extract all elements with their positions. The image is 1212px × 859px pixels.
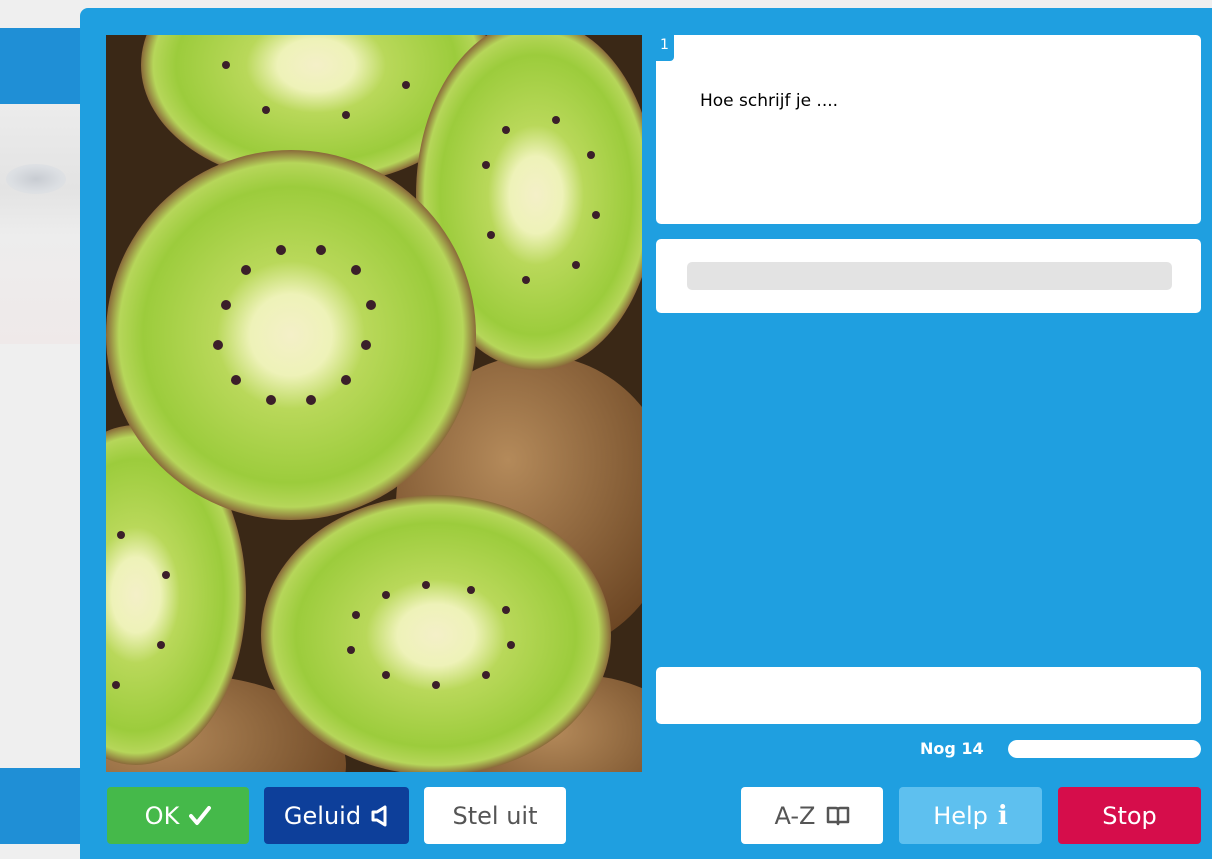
dictionary-button-label: A-Z <box>774 801 816 830</box>
stop-button-label: Stop <box>1102 801 1157 830</box>
question-text: Hoe schrijf je .... <box>700 91 839 111</box>
remaining-progress: Nog 14 <box>920 739 1201 761</box>
dictionary-button[interactable]: A-Z <box>741 787 883 844</box>
ok-button-label: OK <box>144 801 180 830</box>
help-button-label: Help <box>933 801 988 830</box>
background-footer-bar <box>0 768 80 844</box>
book-icon <box>826 806 850 826</box>
answer-card <box>656 239 1201 313</box>
exercise-dialog: 1 Hoe schrijf je .... Nog 14 OK Geluid S… <box>80 8 1212 859</box>
question-number-badge: 1 <box>656 35 674 61</box>
remaining-progress-fill <box>1008 740 1201 758</box>
background-content <box>0 104 80 344</box>
stop-button[interactable]: Stop <box>1058 787 1201 844</box>
background-header-bar <box>0 28 80 104</box>
feedback-box <box>656 667 1201 724</box>
check-icon <box>189 805 212 826</box>
help-button[interactable]: Help i <box>899 787 1042 844</box>
postpone-button-label: Stel uit <box>452 801 538 830</box>
ok-button[interactable]: OK <box>107 787 249 844</box>
remaining-progress-track <box>1008 740 1201 758</box>
kiwi-photo <box>106 35 642 772</box>
postpone-button[interactable]: Stel uit <box>424 787 566 844</box>
remaining-label: Nog 14 <box>920 739 984 758</box>
info-icon: i <box>997 800 1008 831</box>
question-card: 1 Hoe schrijf je .... <box>656 35 1201 224</box>
sound-button-label: Geluid <box>283 801 362 830</box>
answer-input[interactable] <box>687 262 1172 290</box>
speaker-icon <box>371 805 389 827</box>
sound-button[interactable]: Geluid <box>264 787 409 844</box>
